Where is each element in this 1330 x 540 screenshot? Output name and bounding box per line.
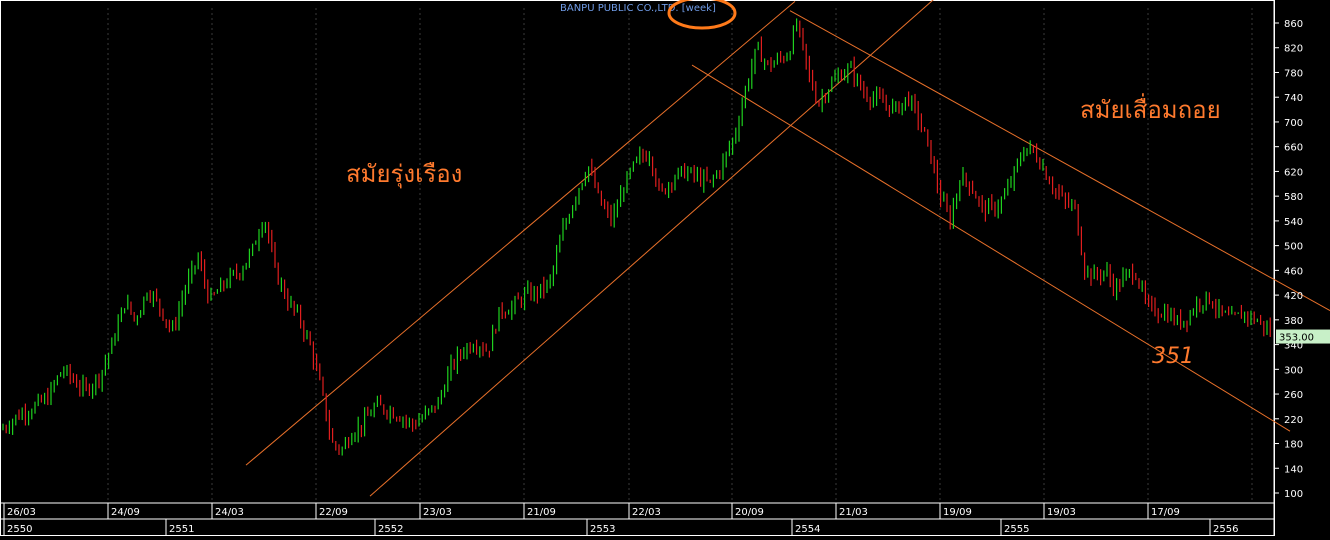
x-tick-label: 26/03 <box>7 507 36 518</box>
y-axis: 1001401802202603003403804204605005405806… <box>1274 19 1330 500</box>
annotation-decline: สมัยเสื่อมถอย <box>1080 93 1221 124</box>
y-tick-label: 860 <box>1284 19 1303 30</box>
annotations: BANPU PUBLIC CO.,LTD. [week] สมัยรุ่งเรือ… <box>346 0 1221 369</box>
x-tick-label: 21/09 <box>527 507 556 518</box>
y-tick-label: 300 <box>1284 365 1303 376</box>
x-tick-label: 22/09 <box>319 507 348 518</box>
year-label: 2555 <box>1004 524 1029 535</box>
year-label: 2550 <box>7 524 32 535</box>
downtrend-upper-line <box>789 10 1330 312</box>
year-label: 2556 <box>1213 524 1238 535</box>
x-tick-label: 21/03 <box>839 507 868 518</box>
chart-svg: 1001401802202603003403804204605005405806… <box>0 0 1330 536</box>
y-tick-label: 580 <box>1284 192 1303 203</box>
x-tick-label: 19/09 <box>943 507 972 518</box>
year-label: 2552 <box>378 524 403 535</box>
y-tick-label: 460 <box>1284 266 1303 277</box>
y-tick-label: 700 <box>1284 118 1303 129</box>
y-tick-label: 420 <box>1284 291 1303 302</box>
trend-lines <box>245 0 1330 497</box>
candles <box>2 18 1271 456</box>
x-tick-label: 17/09 <box>1151 507 1180 518</box>
x-axis: 26/03 24/09 24/03 22/09 23/03 21/09 22/03 20/09… <box>0 502 1274 536</box>
annotation-target: 351 <box>1152 344 1194 369</box>
uptrend-upper-line <box>245 0 796 466</box>
chart-title: BANPU PUBLIC CO.,LTD. [week] <box>560 3 716 14</box>
x-tick-label: 20/09 <box>735 507 764 518</box>
year-label: 2553 <box>590 524 615 535</box>
y-tick-label: 140 <box>1284 464 1303 475</box>
y-tick-label: 180 <box>1284 440 1303 451</box>
y-tick-label: 260 <box>1284 390 1303 401</box>
y-tick-label: 540 <box>1284 217 1303 228</box>
annotation-boom: สมัยรุ่งเรือง <box>346 160 462 189</box>
x-tick-label: 22/03 <box>632 507 661 518</box>
y-tick-label: 500 <box>1284 242 1303 253</box>
y-tick-label: 780 <box>1284 68 1303 79</box>
year-label: 2551 <box>169 524 194 535</box>
x-tick-label: 24/03 <box>215 507 244 518</box>
y-tick-label: 820 <box>1284 44 1303 55</box>
last-price-label: 353.00 <box>1279 333 1314 344</box>
x-tick-label: 19/03 <box>1047 507 1076 518</box>
year-label: 2554 <box>795 524 820 535</box>
x-tick-label: 24/09 <box>111 507 140 518</box>
y-tick-label: 740 <box>1284 93 1303 104</box>
uptrend-lower-line <box>369 0 934 497</box>
x-tick-label: 23/03 <box>423 507 452 518</box>
y-tick-label: 660 <box>1284 143 1303 154</box>
y-tick-label: 100 <box>1284 489 1303 500</box>
y-tick-label: 220 <box>1284 415 1303 426</box>
y-tick-label: 380 <box>1284 316 1303 327</box>
chart-area: 100 140 180 220 260 300 340 380 420 460 500 540 580 6… <box>0 0 1330 536</box>
y-tick-label: 620 <box>1284 167 1303 178</box>
